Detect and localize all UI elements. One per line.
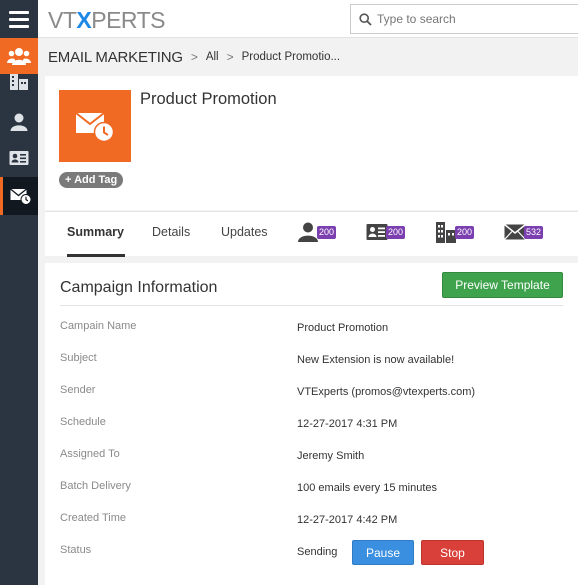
field-label: Status — [60, 544, 92, 556]
related-emails-count: 532 — [524, 225, 544, 239]
campaign-info-panel: Campaign Information Preview Template Ca… — [45, 263, 578, 585]
breadcrumb-module[interactable]: EMAIL MARKETING — [48, 49, 183, 66]
chevron-right-icon: > — [226, 50, 234, 64]
divider — [60, 305, 563, 306]
tab-details[interactable]: Details — [152, 212, 190, 257]
field-row: Status Sending — [45, 544, 578, 564]
related-leads[interactable]: 200 — [366, 220, 406, 244]
users-icon — [7, 48, 31, 65]
record-title: Product Promotion — [140, 90, 277, 108]
record-image — [59, 90, 131, 162]
sidebar-item-contacts[interactable] — [0, 104, 38, 140]
related-contacts[interactable]: 200 — [297, 220, 337, 244]
chevron-right-icon: > — [190, 50, 198, 64]
add-tag-button[interactable]: + Add Tag — [59, 172, 124, 188]
field-row: Sender VTExperts (promos@vtexperts.com) — [45, 384, 578, 404]
field-row: Created Time 12-27-2017 4:42 PM — [45, 512, 578, 532]
field-row: Batch Delivery 100 emails every 15 minut… — [45, 480, 578, 500]
logo-prefix: VT — [48, 7, 77, 33]
email-marketing-icon — [9, 188, 31, 205]
field-value: VTExperts (promos@vtexperts.com) — [297, 386, 476, 398]
menu-icon[interactable] — [0, 0, 38, 38]
field-value: New Extension is now available! — [297, 354, 455, 366]
breadcrumb-filter[interactable]: All — [206, 51, 219, 63]
search-icon — [359, 12, 372, 26]
sidebar-item-leads[interactable] — [0, 140, 38, 176]
global-search — [350, 4, 578, 34]
sidebar-item-organizations[interactable] — [0, 68, 38, 94]
related-emails[interactable]: 532 — [504, 220, 544, 244]
field-value: 100 emails every 15 minutes — [297, 482, 438, 494]
field-value: 12-27-2017 4:31 PM — [297, 418, 398, 430]
field-label: Campain Name — [60, 320, 137, 332]
logo-suffix: PERTS — [91, 7, 166, 33]
contact-card-icon — [9, 151, 29, 165]
top-bar: VTXPERTS — [0, 0, 578, 38]
emails-icon — [504, 224, 526, 240]
field-label: Assigned To — [60, 448, 120, 460]
field-label: Created Time — [60, 512, 127, 524]
email-schedule-icon — [75, 112, 115, 143]
breadcrumb-record: Product Promotio... — [241, 51, 341, 63]
field-row: Schedule 12-27-2017 4:31 PM — [45, 416, 578, 436]
field-value: Jeremy Smith — [297, 450, 365, 462]
related-contacts-count: 200 — [317, 225, 337, 239]
field-row: Assigned To Jeremy Smith — [45, 448, 578, 468]
field-value: 12-27-2017 4:42 PM — [297, 514, 398, 526]
pause-button[interactable]: Pause — [352, 540, 414, 565]
field-label: Sender — [60, 384, 96, 396]
panel-title: Campaign Information — [60, 279, 218, 296]
breadcrumb: EMAIL MARKETING > All > Product Promotio… — [38, 38, 578, 76]
status-value: Sending — [297, 546, 338, 558]
sidebar-item-email-marketing[interactable] — [0, 177, 38, 215]
record-header: Product Promotion + Add Tag — [45, 76, 578, 210]
leads-icon — [366, 224, 388, 240]
user-icon — [10, 113, 28, 131]
search-input[interactable] — [377, 12, 567, 26]
field-value: Product Promotion — [297, 322, 389, 334]
record-tabs: Summary Details Updates 200 200 200 532 — [45, 211, 578, 257]
app-logo[interactable]: VTXPERTS — [48, 7, 166, 34]
related-leads-count: 200 — [386, 225, 406, 239]
contacts-icon — [298, 222, 318, 242]
field-label: Batch Delivery — [60, 480, 131, 492]
sidebar — [0, 38, 38, 585]
field-label: Subject — [60, 352, 97, 364]
stop-button[interactable]: Stop — [421, 540, 484, 565]
field-label: Schedule — [60, 416, 106, 428]
related-accounts-count: 200 — [455, 225, 475, 239]
preview-template-button[interactable]: Preview Template — [442, 272, 563, 298]
tab-summary[interactable]: Summary — [67, 212, 125, 257]
field-row: Subject New Extension is now available! — [45, 352, 578, 372]
field-row: Campain Name Product Promotion — [45, 320, 578, 340]
related-accounts[interactable]: 200 — [435, 220, 475, 244]
building-icon — [10, 74, 28, 90]
logo-x: X — [76, 7, 92, 33]
tab-updates[interactable]: Updates — [221, 212, 268, 257]
accounts-icon — [436, 222, 456, 243]
